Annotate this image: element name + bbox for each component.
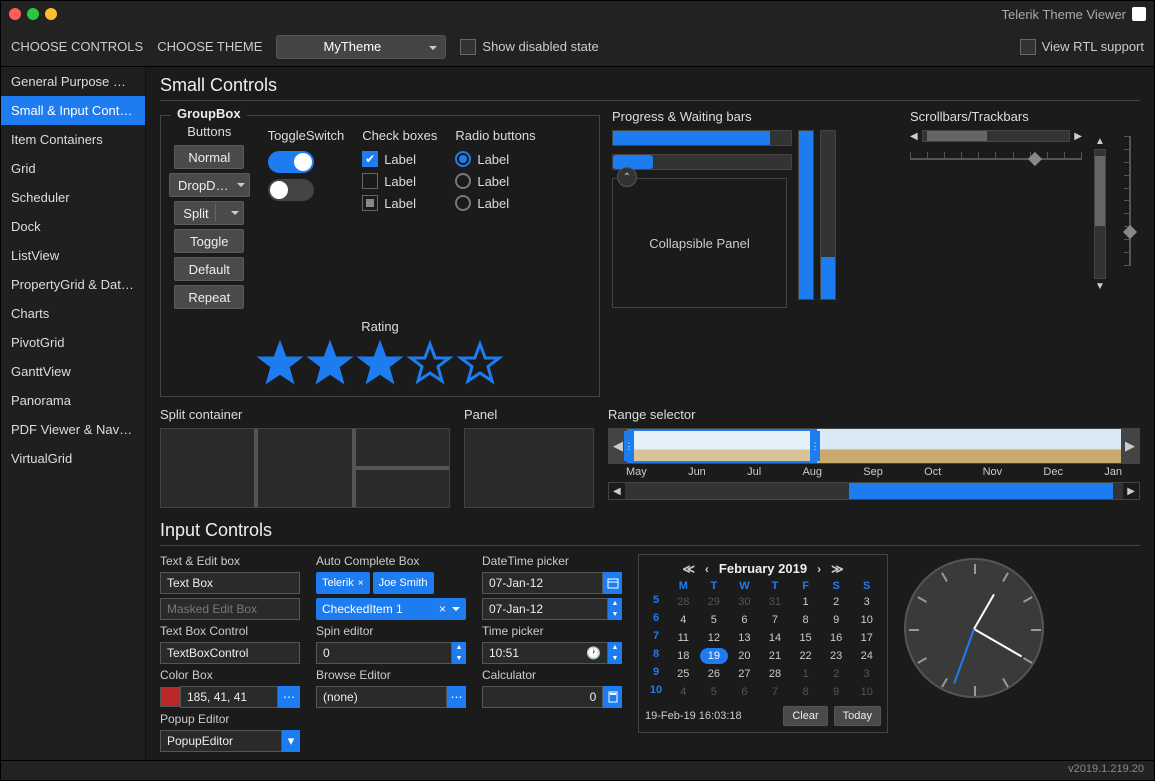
section-small-controls: Small Controls bbox=[160, 75, 1140, 101]
rtl-checkbox[interactable]: View RTL support bbox=[1020, 39, 1144, 55]
default-button[interactable]: Default bbox=[174, 257, 244, 281]
sidebar-item[interactable]: Item Containers bbox=[1, 125, 145, 154]
rating[interactable] bbox=[169, 340, 591, 388]
scroll-up-icon: ▲ bbox=[1095, 136, 1105, 147]
vertical-progress-1 bbox=[798, 130, 814, 300]
scroll-down-icon: ▼ bbox=[1095, 281, 1105, 292]
section-input-controls: Input Controls bbox=[160, 520, 1140, 546]
scroll-left-icon: ◀ bbox=[910, 131, 918, 142]
panel bbox=[464, 428, 594, 508]
repeat-button[interactable]: Repeat bbox=[174, 285, 244, 309]
sidebar-item[interactable]: Scheduler bbox=[1, 183, 145, 212]
sidebar-item[interactable]: Small & Input Contr… bbox=[1, 96, 145, 125]
autocomplete-box[interactable]: Telerik× Joe Smith bbox=[316, 572, 466, 594]
sidebar-item[interactable]: General Purpose C… bbox=[1, 67, 145, 96]
sidebar-item[interactable]: Grid bbox=[1, 154, 145, 183]
masked-edit-box[interactable]: Masked Edit Box bbox=[160, 598, 300, 620]
spin-editor[interactable]: 0 ▲▼ bbox=[316, 642, 466, 664]
toggle-switch-on[interactable] bbox=[268, 151, 314, 173]
radio-2[interactable]: Label bbox=[455, 173, 535, 189]
time-picker[interactable]: 10:51🕐 ▲▼ bbox=[482, 642, 622, 664]
spin-down-icon: ▼ bbox=[452, 653, 466, 664]
vertical-progress-2 bbox=[820, 130, 836, 300]
cal-prev-icon[interactable]: ‹ bbox=[705, 562, 709, 576]
cal-fast-next-icon[interactable]: ≫ bbox=[831, 562, 844, 576]
split-container[interactable] bbox=[160, 428, 450, 508]
sidebar-item[interactable]: Dock bbox=[1, 212, 145, 241]
sidebar-item[interactable]: Charts bbox=[1, 299, 145, 328]
app-title: Telerik Theme Viewer bbox=[1001, 7, 1126, 22]
dropdown-button[interactable]: DropD… bbox=[169, 173, 250, 197]
calculator-icon bbox=[603, 686, 622, 708]
normal-button[interactable]: Normal bbox=[174, 145, 244, 169]
checkbox-unchecked[interactable]: Label bbox=[362, 173, 437, 189]
sidebar-item[interactable]: ListView bbox=[1, 241, 145, 270]
spin-up-icon: ▲ bbox=[452, 642, 466, 653]
groupbox: GroupBox Buttons Normal DropD… Split Tog… bbox=[160, 115, 600, 397]
checkbox-indeterminate[interactable]: Label bbox=[362, 195, 437, 211]
vertical-scrollbar[interactable]: ▲ ▼ bbox=[1094, 136, 1106, 292]
horizontal-trackbar[interactable] bbox=[910, 148, 1082, 168]
toggle-switch-off[interactable] bbox=[268, 179, 314, 201]
vertical-trackbar[interactable] bbox=[1120, 136, 1140, 266]
sidebar-item[interactable]: PivotGrid bbox=[1, 328, 145, 357]
scroll-right-icon: ▶ bbox=[1074, 131, 1082, 142]
sidebar-item[interactable]: PDF Viewer & Navig… bbox=[1, 415, 145, 444]
radio-selected[interactable]: Label bbox=[455, 151, 535, 167]
choose-theme-label: CHOOSE THEME bbox=[157, 39, 262, 54]
calendar-icon bbox=[603, 572, 622, 594]
range-scrollbar[interactable]: ◀ ▶ bbox=[608, 482, 1140, 500]
checkbox-checked[interactable]: ✔Label bbox=[362, 151, 437, 167]
minimize-icon[interactable] bbox=[27, 8, 39, 20]
choose-controls-label: CHOOSE CONTROLS bbox=[11, 39, 143, 54]
titlebar: Telerik Theme Viewer bbox=[1, 1, 1154, 27]
progress-bar bbox=[612, 130, 792, 146]
collapsible-panel: ⌃ Collapsible Panel bbox=[612, 178, 787, 308]
calendar[interactable]: ≪ ‹ February 2019 › ≫ MTWTFSS52829303112… bbox=[638, 554, 888, 733]
browse-button-icon: ⋯ bbox=[447, 686, 466, 708]
range-selector[interactable]: ◀ ⋮ ⋮ ▶ bbox=[608, 428, 1140, 464]
show-disabled-checkbox[interactable]: Show disabled state bbox=[460, 39, 598, 55]
radio-3[interactable]: Label bbox=[455, 195, 535, 211]
horizontal-scrollbar[interactable]: ◀ ▶ bbox=[910, 130, 1082, 142]
close-icon[interactable] bbox=[9, 8, 21, 20]
status-bar: v2019.1.219.20 bbox=[1, 760, 1154, 780]
clear-button[interactable]: Clear bbox=[783, 706, 827, 726]
split-button[interactable]: Split bbox=[174, 201, 244, 225]
text-box[interactable]: Text Box bbox=[160, 572, 300, 594]
sidebar-item[interactable]: VirtualGrid bbox=[1, 444, 145, 473]
sidebar-item[interactable]: Panorama bbox=[1, 386, 145, 415]
toggle-button[interactable]: Toggle bbox=[174, 229, 244, 253]
today-button[interactable]: Today bbox=[834, 706, 881, 726]
textbox-control[interactable]: TextBoxControl bbox=[160, 642, 300, 664]
range-next-icon: ▶ bbox=[1121, 429, 1139, 463]
popup-editor[interactable]: PopupEditor ▾ bbox=[160, 730, 300, 752]
datetime-picker-2[interactable]: 07-Jan-12 ▲▼ bbox=[482, 598, 622, 620]
browse-editor[interactable]: (none) ⋯ bbox=[316, 686, 466, 708]
app-logo-icon bbox=[1132, 7, 1146, 21]
tag-remove-icon: × bbox=[358, 578, 364, 589]
waiting-bar bbox=[612, 154, 792, 170]
sidebar-item[interactable]: GanttView bbox=[1, 357, 145, 386]
maximize-icon[interactable] bbox=[45, 8, 57, 20]
collapse-toggle-icon[interactable]: ⌃ bbox=[617, 167, 637, 187]
cal-fast-prev-icon[interactable]: ≪ bbox=[682, 562, 695, 576]
theme-combo[interactable]: MyTheme bbox=[276, 35, 446, 59]
datetime-picker-1[interactable]: 07-Jan-12 bbox=[482, 572, 622, 594]
clock-icon: 🕐 bbox=[586, 646, 601, 660]
sidebar: General Purpose C…Small & Input Contr…It… bbox=[1, 67, 146, 760]
checked-dropdown[interactable]: CheckedItem 1× bbox=[316, 598, 466, 620]
analog-clock bbox=[904, 558, 1044, 698]
calculator[interactable]: 0 bbox=[482, 686, 622, 708]
toolbar: CHOOSE CONTROLS CHOOSE THEME MyTheme Sho… bbox=[1, 27, 1154, 67]
cal-next-icon[interactable]: › bbox=[817, 562, 821, 576]
color-box[interactable]: 185, 41, 41 ⋯ bbox=[160, 686, 300, 708]
sidebar-item[interactable]: PropertyGrid & Dat… bbox=[1, 270, 145, 299]
color-swatch-icon bbox=[160, 687, 180, 707]
color-picker-button[interactable]: ⋯ bbox=[278, 686, 300, 708]
